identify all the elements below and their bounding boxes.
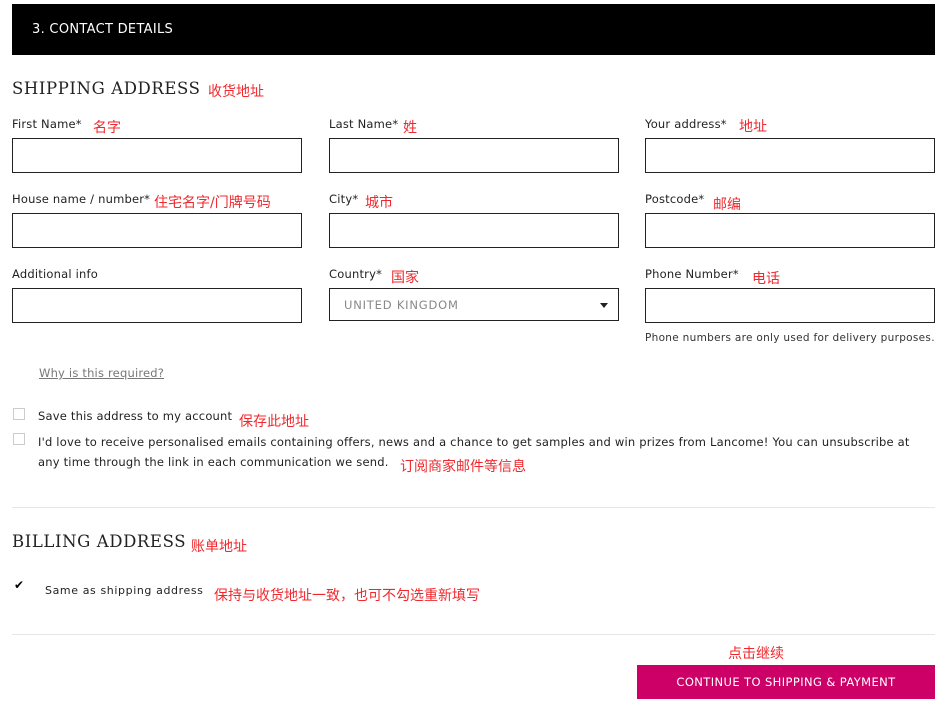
save-address-checkbox[interactable]	[13, 408, 25, 420]
phone-number-input[interactable]	[645, 288, 935, 323]
country-select[interactable]: UNITED KINGDOM	[329, 288, 619, 321]
last-name-annotation: 姓	[403, 120, 417, 136]
same-as-shipping-label: Same as shipping address	[45, 584, 204, 597]
why-required-link[interactable]: Why is this required?	[39, 366, 164, 380]
billing-address-annotation: 账单地址	[191, 539, 247, 555]
country-label: Country*	[329, 267, 383, 281]
newsletter-annotation: 订阅商家邮件等信息	[400, 459, 526, 475]
section-title: 3. CONTACT DETAILS	[32, 22, 174, 37]
cta-annotation: 点击继续	[728, 646, 784, 662]
last-name-input[interactable]	[329, 138, 619, 173]
check-icon: ✔	[14, 578, 25, 592]
city-annotation: 城市	[365, 195, 393, 211]
first-name-input[interactable]	[12, 138, 302, 173]
country-selected-value: UNITED KINGDOM	[344, 298, 459, 312]
chevron-down-icon	[600, 303, 608, 308]
shipping-address-title: SHIPPING ADDRESS	[12, 79, 201, 98]
newsletter-checkbox[interactable]	[13, 433, 25, 445]
postcode-input[interactable]	[645, 213, 935, 248]
additional-info-input[interactable]	[12, 288, 302, 323]
same-as-shipping-checkbox[interactable]: ✔	[13, 578, 25, 593]
city-label: City*	[329, 192, 359, 206]
phone-helper-text: Phone numbers are only used for delivery…	[645, 332, 935, 344]
house-number-annotation: 住宅名字/门牌号码	[154, 195, 271, 211]
save-address-annotation: 保存此地址	[239, 414, 309, 430]
save-address-label: Save this address to my account	[38, 409, 233, 423]
country-annotation: 国家	[391, 270, 419, 286]
house-number-label: House name / number*	[12, 192, 151, 206]
house-number-input[interactable]	[12, 213, 302, 248]
address-label: Your address*	[645, 117, 727, 131]
section-divider	[12, 507, 935, 508]
newsletter-label-line2: any time through the link in each commun…	[38, 455, 389, 469]
postcode-annotation: 邮编	[713, 197, 741, 213]
phone-number-annotation: 电话	[752, 271, 780, 287]
first-name-annotation: 名字	[93, 120, 121, 136]
same-as-shipping-annotation: 保持与收货地址一致，也可不勾选重新填写	[214, 588, 480, 604]
billing-address-title: BILLING ADDRESS	[12, 532, 187, 551]
city-input[interactable]	[329, 213, 619, 248]
first-name-label: First Name*	[12, 117, 82, 131]
section-divider	[12, 634, 935, 635]
postcode-label: Postcode*	[645, 192, 705, 206]
shipping-address-annotation: 收货地址	[208, 84, 264, 100]
newsletter-label-line1: I'd love to receive personalised emails …	[38, 435, 910, 449]
address-input[interactable]	[645, 138, 935, 173]
phone-number-label: Phone Number*	[645, 267, 739, 281]
last-name-label: Last Name*	[329, 117, 399, 131]
continue-to-shipping-button[interactable]: CONTINUE TO SHIPPING & PAYMENT	[637, 665, 935, 699]
address-annotation: 地址	[739, 119, 767, 135]
additional-info-label: Additional info	[12, 267, 98, 281]
section-header: 3. CONTACT DETAILS	[12, 4, 935, 55]
